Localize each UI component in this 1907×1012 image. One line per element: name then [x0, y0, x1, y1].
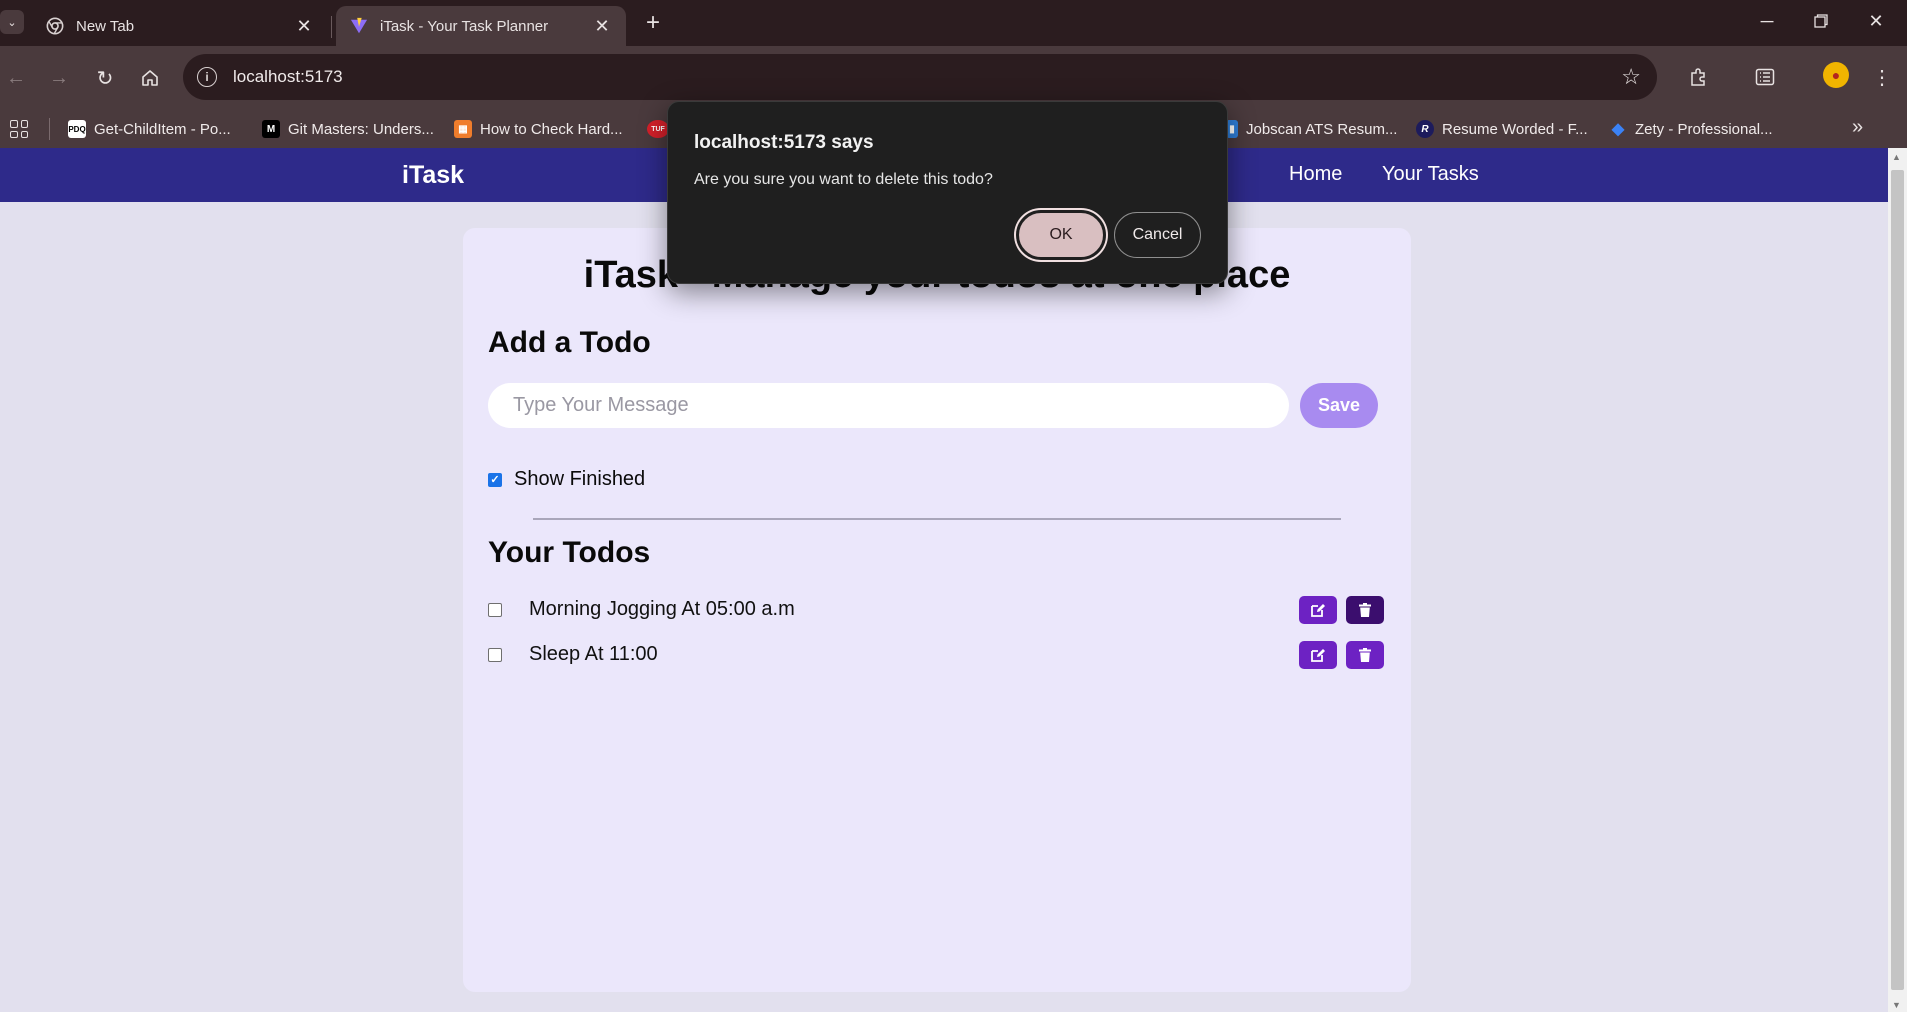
- edit-button[interactable]: [1299, 641, 1337, 669]
- todo-text: Sleep At 11:00: [529, 643, 658, 665]
- todo-item: Sleep At 11:00: [488, 639, 1386, 671]
- dialog-title: localhost:5173 says: [694, 132, 874, 153]
- address-url: localhost:5173: [233, 67, 343, 86]
- save-button[interactable]: Save: [1300, 383, 1378, 428]
- dialog-cancel-button[interactable]: Cancel: [1114, 212, 1201, 258]
- back-arrow-icon[interactable]: ←: [0, 62, 32, 94]
- trash-icon: [1359, 603, 1371, 617]
- address-bar[interactable]: i localhost:5173 ☆: [183, 54, 1657, 100]
- extensions-puzzle-icon[interactable]: [1682, 60, 1716, 94]
- tab-close-icon[interactable]: ✕: [592, 16, 612, 37]
- reload-icon[interactable]: ↻: [89, 62, 121, 94]
- bookmark-label: Resume Worded - F...: [1442, 120, 1588, 138]
- todo-card: iTask - Manage your todos at one place A…: [463, 228, 1411, 992]
- reading-list-icon[interactable]: [1748, 60, 1782, 94]
- minimize-icon[interactable]: ─: [1745, 6, 1789, 36]
- tab-divider: [331, 16, 332, 38]
- bookmark-label: How to Check Hard...: [480, 120, 623, 138]
- scroll-down-arrow-icon[interactable]: ▼: [1892, 1000, 1901, 1010]
- bookmark-jobscan[interactable]: ▮ Jobscan ATS Resum...: [1226, 118, 1397, 140]
- todo-checkbox[interactable]: [488, 603, 502, 617]
- todo-text: Morning Jogging At 05:00 a.m: [529, 598, 795, 620]
- tab-itask[interactable]: iTask - Your Task Planner ✕: [336, 6, 626, 46]
- bookmark-check-hard[interactable]: ▦ How to Check Hard...: [454, 118, 623, 140]
- browser-tab-bar: ⌄ New Tab ✕ iTask - Your Task Planner ✕ …: [0, 0, 1907, 46]
- todo-input[interactable]: Type Your Message: [488, 383, 1289, 428]
- bookmark-icon: ▦: [454, 120, 472, 138]
- vite-icon: [350, 17, 368, 34]
- delete-button[interactable]: [1346, 641, 1384, 669]
- edit-icon: [1311, 604, 1325, 617]
- todo-checkbox[interactable]: [488, 648, 502, 662]
- tab-title: iTask - Your Task Planner: [380, 17, 549, 35]
- todo-item: Morning Jogging At 05:00 a.m: [488, 594, 1386, 626]
- edit-icon: [1311, 649, 1325, 662]
- home-icon[interactable]: [134, 62, 166, 94]
- resume-worded-icon: R: [1416, 120, 1434, 138]
- tab-new-tab[interactable]: New Tab ✕: [32, 6, 328, 46]
- scroll-up-arrow-icon[interactable]: ▲: [1892, 152, 1901, 162]
- section-divider: [533, 518, 1341, 520]
- show-finished-toggle[interactable]: ✓ Show Finished: [488, 468, 645, 491]
- bookmark-resume-worded[interactable]: R Resume Worded - F...: [1416, 118, 1588, 140]
- bookmark-label: Get-ChildItem - Po...: [94, 120, 231, 138]
- show-finished-label: Show Finished: [514, 468, 646, 490]
- bookmark-get-childitem[interactable]: PDQ Get-ChildItem - Po...: [68, 118, 231, 140]
- restore-icon[interactable]: [1799, 6, 1843, 36]
- add-todo-heading: Add a Todo: [488, 326, 651, 359]
- your-todos-heading: Your Todos: [488, 536, 651, 569]
- tuf-icon: TUF: [647, 120, 669, 138]
- bookmarks-overflow-icon[interactable]: »: [1852, 116, 1863, 139]
- dialog-message: Are you sure you want to delete this tod…: [694, 171, 993, 188]
- bookmarks-divider: [49, 118, 50, 140]
- profile-avatar[interactable]: ●: [1823, 62, 1849, 88]
- nav-link-your-tasks[interactable]: Your Tasks: [1382, 163, 1479, 186]
- bookmark-label: Zety - Professional...: [1635, 120, 1773, 138]
- show-finished-checkbox[interactable]: ✓: [488, 472, 502, 487]
- bookmark-label: Jobscan ATS Resum...: [1246, 120, 1398, 138]
- dialog-ok-button[interactable]: OK: [1016, 210, 1106, 260]
- bookmark-zety[interactable]: ◆ Zety - Professional...: [1609, 118, 1773, 140]
- close-window-icon[interactable]: ✕: [1854, 6, 1898, 36]
- brand-logo[interactable]: iTask: [402, 161, 464, 190]
- nav-link-home[interactable]: Home: [1289, 163, 1342, 186]
- tab-title: New Tab: [76, 17, 135, 35]
- medium-icon: M: [262, 120, 280, 138]
- pdq-icon: PDQ: [68, 120, 86, 138]
- browser-menu-icon[interactable]: ⋮: [1865, 60, 1899, 94]
- bookmark-git-masters[interactable]: M Git Masters: Unders...: [262, 118, 434, 140]
- edit-button[interactable]: [1299, 596, 1337, 624]
- bookmark-label: Git Masters: Unders...: [288, 120, 434, 138]
- page-scrollbar[interactable]: ▲ ▼: [1888, 148, 1907, 1012]
- tab-close-icon[interactable]: ✕: [294, 16, 314, 37]
- forward-arrow-icon[interactable]: →: [43, 62, 75, 94]
- bookmark-star-icon[interactable]: ☆: [1621, 64, 1641, 90]
- todo-input-placeholder: Type Your Message: [513, 394, 689, 416]
- tab-search-chevron-icon[interactable]: ⌄: [0, 10, 24, 34]
- confirm-dialog: localhost:5173 says Are you sure you wan…: [667, 101, 1228, 284]
- scrollbar-thumb[interactable]: [1891, 170, 1904, 990]
- trash-icon: [1359, 648, 1371, 662]
- chrome-icon: [46, 17, 64, 35]
- delete-button[interactable]: [1346, 596, 1384, 624]
- apps-grid-icon[interactable]: [10, 120, 28, 138]
- new-tab-plus-icon[interactable]: +: [638, 8, 668, 38]
- site-info-icon[interactable]: i: [197, 67, 217, 87]
- zety-icon: ◆: [1611, 121, 1625, 138]
